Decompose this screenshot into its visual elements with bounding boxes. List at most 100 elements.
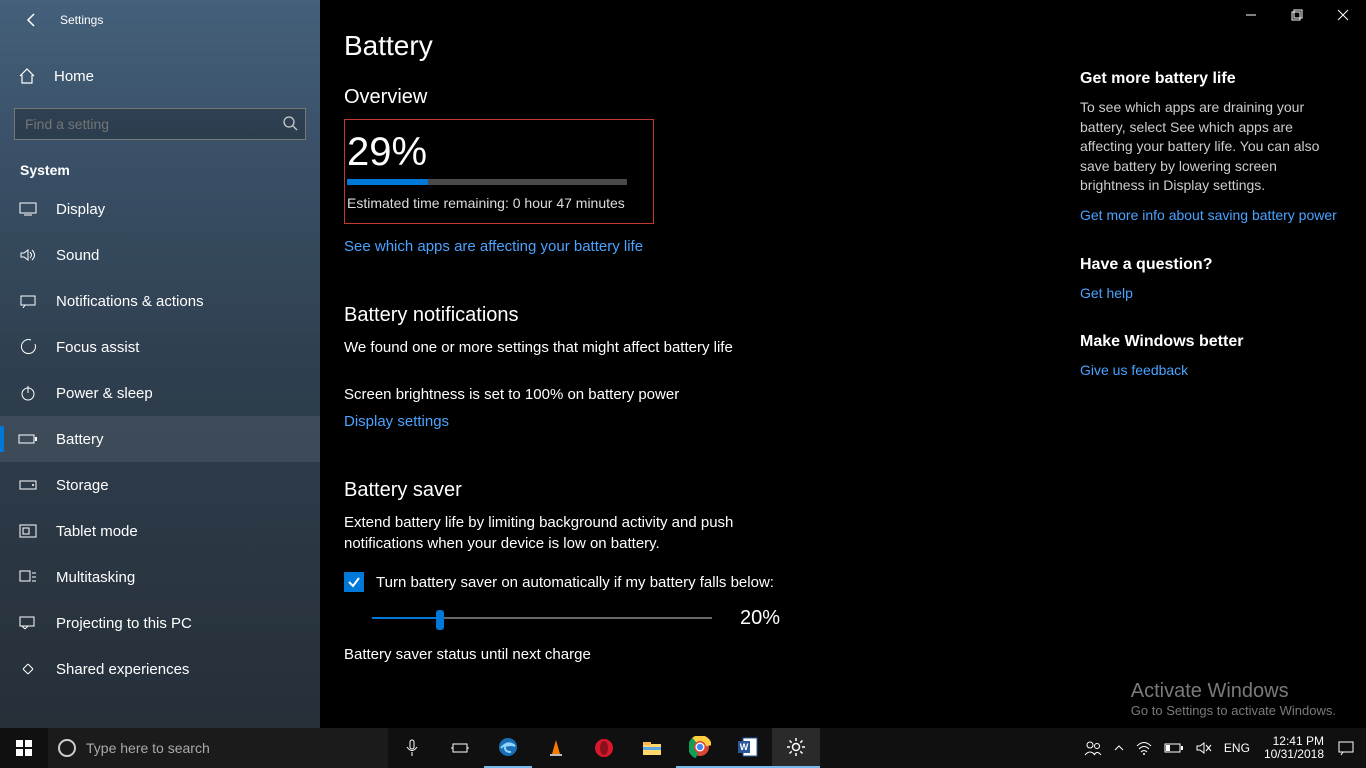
sidebar-item-shared-experiences[interactable]: Shared experiences (0, 646, 320, 692)
saver-status-label: Battery saver status until next charge (344, 644, 1056, 665)
sidebar-item-label: Notifications & actions (56, 293, 204, 310)
tray-action-center[interactable] (1332, 728, 1360, 768)
display-icon (18, 202, 38, 216)
display-settings-link[interactable]: Display settings (344, 413, 449, 430)
notifications-found-text: We found one or more settings that might… (344, 337, 1056, 358)
main-area: Battery Overview 29% Estimated time rema… (320, 0, 1366, 728)
action-center-icon (1338, 740, 1354, 756)
taskbar-search[interactable]: Type here to search (48, 728, 388, 768)
slider-value-label: 20% (740, 607, 780, 630)
tablet-mode-icon (18, 524, 38, 538)
brightness-text: Screen brightness is set to 100% on batt… (344, 384, 1056, 405)
close-icon (1337, 9, 1349, 21)
chevron-up-icon (1114, 743, 1124, 753)
battery-progress-fill (347, 179, 428, 185)
tray-wifi[interactable] (1130, 728, 1158, 768)
cortana-icon (58, 739, 76, 757)
notifications-icon (18, 294, 38, 308)
maximize-icon (1291, 9, 1303, 21)
search-input[interactable] (14, 108, 306, 140)
battery-notifications-heading: Battery notifications (344, 304, 1056, 327)
get-more-info-link[interactable]: Get more info about saving battery power (1080, 206, 1340, 226)
tray-battery[interactable] (1158, 728, 1190, 768)
chrome-icon (689, 736, 711, 758)
auto-saver-checkbox[interactable] (344, 572, 364, 592)
battery-saver-heading: Battery saver (344, 479, 1056, 502)
sidebar-item-focus-assist[interactable]: Focus assist (0, 324, 320, 370)
search-icon (282, 115, 298, 131)
activate-subtitle: Go to Settings to activate Windows. (1131, 703, 1336, 718)
sidebar-item-battery[interactable]: Battery (0, 416, 320, 462)
sidebar-item-label: Battery (56, 431, 104, 448)
window-close-button[interactable] (1320, 0, 1366, 30)
home-label: Home (54, 68, 94, 85)
taskbar-app-chrome[interactable] (676, 728, 724, 768)
sidebar-item-multitasking[interactable]: Multitasking (0, 554, 320, 600)
taskbar-app-vlc[interactable] (532, 728, 580, 768)
battery-icon (18, 433, 38, 445)
tray-people[interactable] (1078, 728, 1108, 768)
tray-volume[interactable] (1190, 728, 1218, 768)
slider-thumb[interactable] (436, 610, 444, 630)
sidebar-home[interactable]: Home (0, 54, 320, 98)
sidebar-item-power-sleep[interactable]: Power & sleep (0, 370, 320, 416)
saver-threshold-slider[interactable] (372, 606, 712, 630)
app-title: Settings (60, 13, 103, 27)
apps-affecting-link[interactable]: See which apps are affecting your batter… (344, 238, 643, 255)
sidebar-item-label: Display (56, 201, 105, 218)
taskbar-app-opera[interactable] (580, 728, 628, 768)
sidebar-item-label: Projecting to this PC (56, 615, 192, 632)
taskbar-app-edge[interactable] (484, 728, 532, 768)
window-maximize-button[interactable] (1274, 0, 1320, 30)
sidebar-item-storage[interactable]: Storage (0, 462, 320, 508)
tray-date: 10/31/2018 (1264, 748, 1324, 761)
get-help-link[interactable]: Get help (1080, 284, 1340, 304)
power-icon (18, 384, 38, 402)
back-button[interactable] (16, 4, 48, 36)
focus-assist-icon (18, 338, 38, 356)
sidebar-item-label: Sound (56, 247, 99, 264)
battery-estimate: Estimated time remaining: 0 hour 47 minu… (345, 195, 639, 211)
taskbar-app-settings[interactable] (772, 728, 820, 768)
projecting-icon (18, 616, 38, 630)
gear-icon (786, 737, 806, 757)
get-more-body: To see which apps are draining your batt… (1080, 98, 1340, 196)
tray-show-hidden[interactable] (1108, 728, 1130, 768)
taskbar-app-word[interactable]: W (724, 728, 772, 768)
start-button[interactable] (0, 728, 48, 768)
taskbar-search-placeholder: Type here to search (86, 740, 210, 756)
volume-mute-icon (1196, 741, 1212, 755)
sidebar-item-display[interactable]: Display (0, 186, 320, 232)
sidebar-item-projecting[interactable]: Projecting to this PC (0, 600, 320, 646)
tray-clock[interactable]: 12:41 PM 10/31/2018 (1256, 735, 1332, 761)
check-icon (347, 575, 361, 589)
home-icon (18, 67, 36, 85)
sound-icon (18, 248, 38, 262)
window-minimize-button[interactable] (1228, 0, 1274, 30)
word-icon: W (737, 736, 759, 758)
file-explorer-icon (641, 739, 663, 757)
sidebar-search[interactable] (14, 108, 306, 140)
feedback-link[interactable]: Give us feedback (1080, 361, 1340, 381)
task-view-button[interactable] (436, 728, 484, 768)
tray-language[interactable]: ENG (1218, 728, 1256, 768)
battery-percent: 29% (345, 130, 639, 175)
multitasking-icon (18, 570, 38, 584)
sidebar-item-notifications[interactable]: Notifications & actions (0, 278, 320, 324)
sidebar-item-sound[interactable]: Sound (0, 232, 320, 278)
battery-tray-icon (1164, 742, 1184, 754)
battery-overview-box: 29% Estimated time remaining: 0 hour 47 … (344, 119, 654, 224)
sidebar-item-tablet-mode[interactable]: Tablet mode (0, 508, 320, 554)
sidebar-item-label: Tablet mode (56, 523, 138, 540)
right-panel: Get more battery life To see which apps … (1080, 0, 1360, 728)
sidebar-item-label: Power & sleep (56, 385, 153, 402)
arrow-left-icon (24, 12, 40, 28)
battery-saver-desc: Extend battery life by limiting backgrou… (344, 512, 764, 554)
battery-progress-bar (347, 179, 627, 185)
taskbar: Type here to search W ENG 12:41 PM 10/31… (0, 728, 1366, 768)
settings-sidebar: Settings Home System Display Sound (0, 0, 320, 728)
taskbar-mic-button[interactable] (388, 728, 436, 768)
svg-text:W: W (740, 742, 749, 752)
overview-heading: Overview (344, 86, 1056, 109)
taskbar-app-file-explorer[interactable] (628, 728, 676, 768)
